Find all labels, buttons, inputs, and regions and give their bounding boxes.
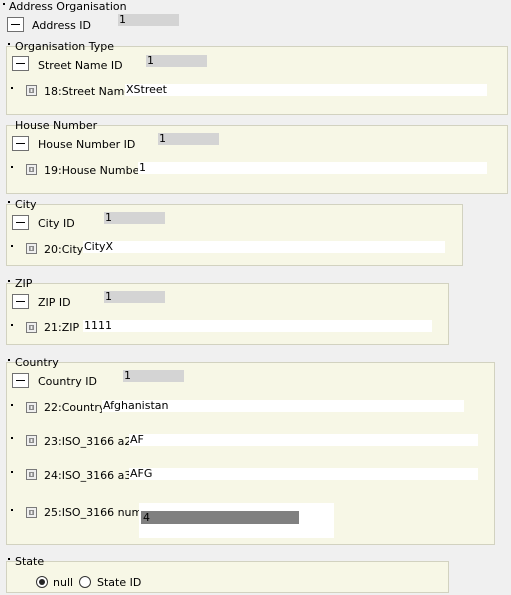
collapse-zip-button[interactable] (12, 294, 29, 309)
street-name-id-label: Street Name ID (38, 59, 123, 72)
bullet-icon (11, 87, 13, 89)
house-number-id-value[interactable]: 1 (158, 133, 219, 145)
collapse-address-button[interactable] (7, 17, 24, 32)
iso-a3-label: 24:ISO_3166 a3 (44, 469, 132, 482)
field-icon (26, 164, 37, 175)
street-name-id-value[interactable]: 1 (146, 55, 207, 67)
iso-num-label: 25:ISO_3166 num (44, 506, 143, 519)
organisation-type-title: Organisation Type (15, 40, 115, 53)
city-input[interactable]: CityX (83, 241, 445, 253)
bullet-icon (11, 324, 13, 326)
bullet-icon (11, 471, 13, 473)
bullet-icon (8, 359, 10, 361)
radio-state-id[interactable] (79, 576, 91, 588)
zip-title: ZIP (15, 277, 33, 290)
bullet-icon (8, 280, 10, 282)
bullet-icon (11, 404, 13, 406)
city-title: City (15, 198, 37, 211)
address-organisation-title: Address Organisation (9, 0, 127, 13)
house-number-title: House Number (15, 119, 98, 132)
address-id-label: Address ID (32, 19, 92, 32)
zip-id-value[interactable]: 1 (104, 291, 165, 303)
street-name-input[interactable]: XStreet (125, 84, 487, 96)
collapse-house-number-button[interactable] (12, 136, 29, 151)
field-icon (26, 507, 37, 518)
zip-input[interactable]: 1111 (83, 320, 432, 332)
address-form: { "address_organisation": { "title": "Ad… (0, 0, 511, 595)
bullet-icon (11, 166, 13, 168)
country-label: 22:Country (44, 401, 106, 414)
radio-null-label: null (53, 576, 74, 589)
street-name-label: 18:Street Name (44, 85, 132, 98)
bullet-icon (11, 245, 13, 247)
house-number-label: 19:House Number (44, 164, 144, 177)
zip-group (6, 283, 449, 345)
collapse-street-name-button[interactable] (12, 56, 29, 71)
field-icon (26, 402, 37, 413)
field-icon (26, 85, 37, 96)
country-title: Country (15, 356, 59, 369)
field-icon (26, 322, 37, 333)
collapse-country-button[interactable] (12, 373, 29, 388)
city-id-value[interactable]: 1 (104, 212, 165, 224)
field-icon (26, 243, 37, 254)
zip-id-label: ZIP ID (38, 296, 71, 309)
bullet-icon (8, 558, 10, 560)
bullet-icon (3, 3, 5, 5)
bullet-icon (11, 509, 13, 511)
field-icon (26, 469, 37, 480)
iso-a3-input[interactable]: AFG (129, 468, 478, 480)
house-number-input[interactable]: 1 (138, 162, 487, 174)
iso-num-spinbox[interactable]: 4 (139, 503, 334, 538)
zip-label: 21:ZIP (44, 321, 80, 334)
city-label: 20:City (44, 243, 84, 256)
house-number-id-label: House Number ID (38, 138, 136, 151)
iso-num-value[interactable]: 4 (141, 511, 299, 524)
iso-a2-input[interactable]: AF (129, 434, 478, 446)
radio-null[interactable] (36, 576, 48, 588)
city-id-label: City ID (38, 217, 75, 230)
bullet-icon (11, 437, 13, 439)
bullet-icon (8, 43, 10, 45)
bullet-icon (8, 201, 10, 203)
country-id-value[interactable]: 1 (123, 370, 184, 382)
country-id-label: Country ID (38, 375, 97, 388)
organisation-type-group (6, 46, 508, 115)
iso-a2-label: 23:ISO_3166 a2 (44, 435, 132, 448)
city-group (6, 204, 463, 266)
house-number-group (6, 125, 508, 194)
collapse-city-button[interactable] (12, 215, 29, 230)
radio-state-id-label: State ID (97, 576, 142, 589)
state-title: State (15, 555, 45, 568)
field-icon (26, 435, 37, 446)
address-id-value[interactable]: 1 (118, 14, 179, 26)
country-input[interactable]: Afghanistan (102, 400, 464, 412)
